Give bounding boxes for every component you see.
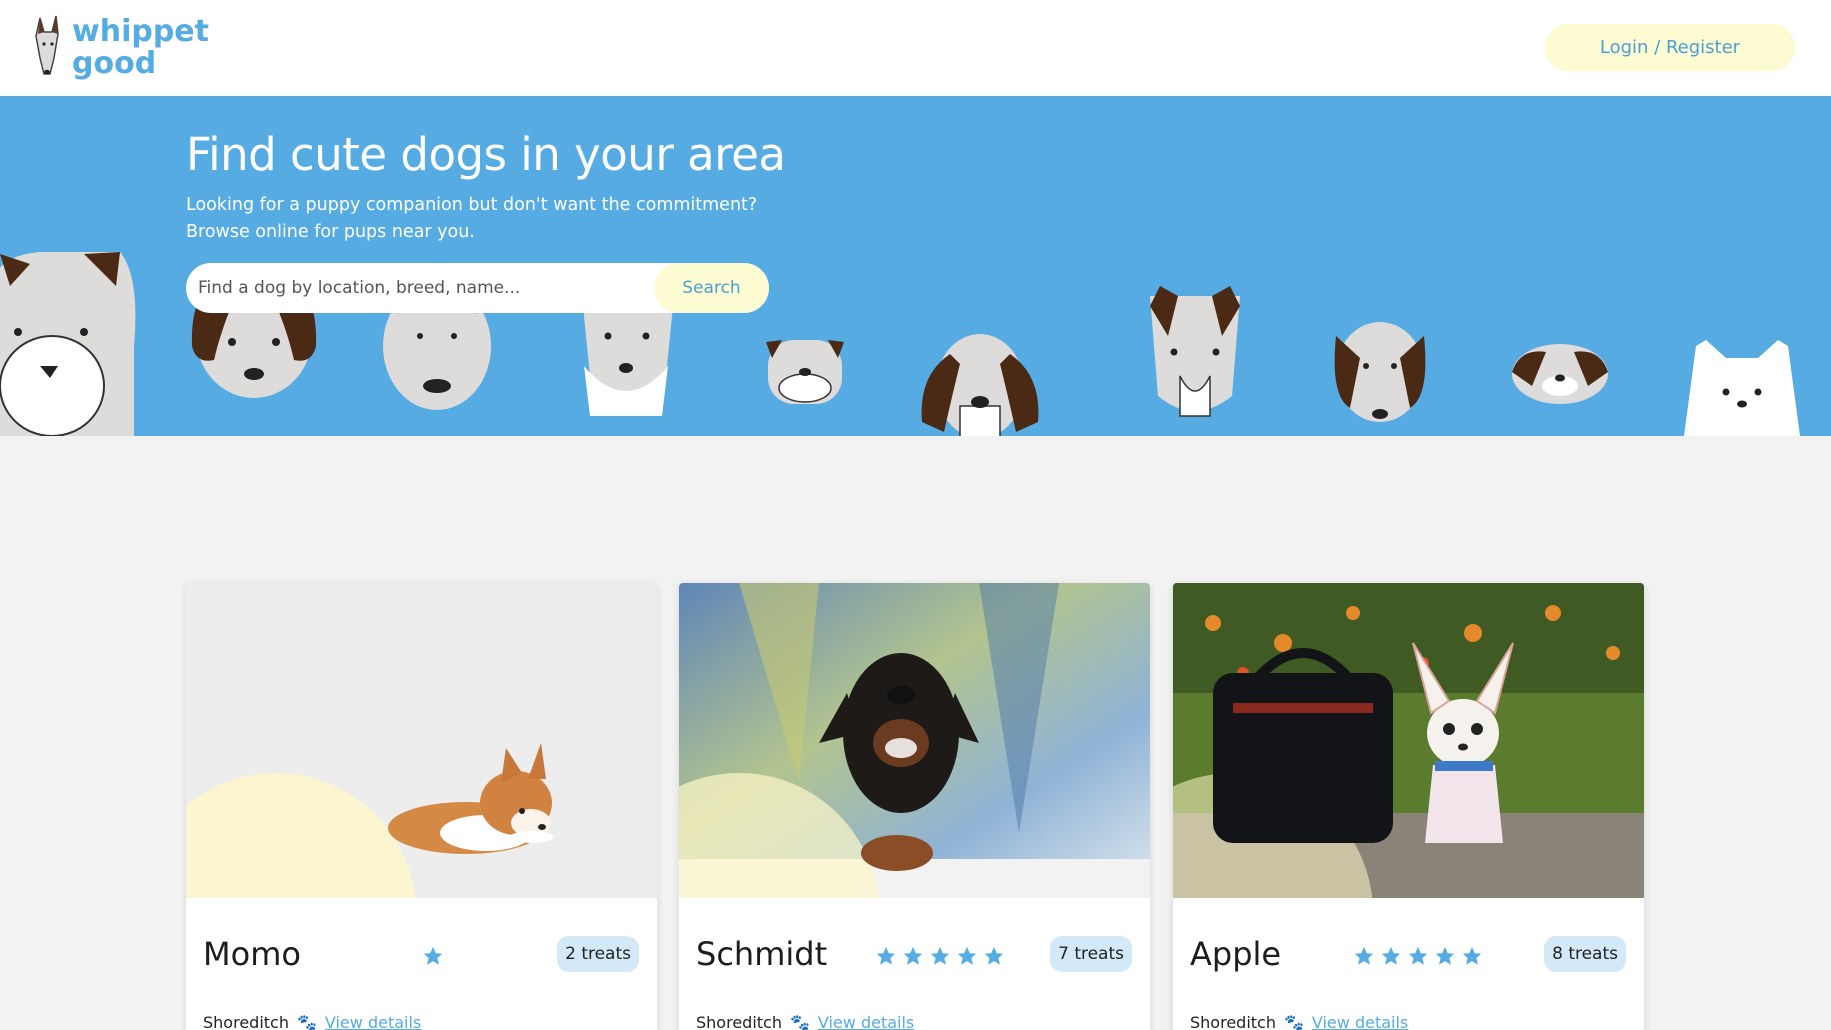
star-icon xyxy=(957,946,977,965)
star-icon xyxy=(984,946,1004,965)
dog-location: Shoreditch 🐾 View details xyxy=(696,1013,914,1030)
search-button[interactable]: Search xyxy=(654,263,769,313)
dog-name: Momo xyxy=(203,935,301,973)
dog-card[interactable]: Apple 8 treats Shoreditch 🐾 View details xyxy=(1173,583,1644,1030)
star-icon xyxy=(876,946,896,965)
login-register-button[interactable]: Login / Register xyxy=(1545,24,1795,71)
dog-card[interactable]: Momo 2 treats Shoreditch 🐾 View details xyxy=(186,583,657,1030)
dog-location: Shoreditch 🐾 View details xyxy=(1190,1013,1408,1030)
dog-photo xyxy=(1173,583,1644,898)
rating-stars xyxy=(875,945,1005,967)
treats-badge: 2 treats xyxy=(557,936,639,972)
view-details-link[interactable]: View details xyxy=(325,1013,421,1030)
star-icon xyxy=(903,946,923,965)
top-navigation-bar: whippet good Login / Register xyxy=(0,0,1831,96)
star-icon xyxy=(1408,946,1428,965)
treats-badge: 8 treats xyxy=(1544,936,1626,972)
star-icon xyxy=(930,946,950,965)
star-icon xyxy=(1354,946,1374,965)
paw-icon: 🐾 xyxy=(296,1013,317,1030)
rating-stars xyxy=(422,945,444,967)
star-icon xyxy=(423,946,443,965)
whippet-head-icon xyxy=(32,14,62,82)
treats-badge: 7 treats xyxy=(1050,936,1132,972)
view-details-link[interactable]: View details xyxy=(1312,1013,1408,1030)
brand-wordmark: whippet good xyxy=(72,16,209,80)
brand-logo[interactable]: whippet good xyxy=(32,14,209,82)
brand-line-2: good xyxy=(72,46,157,81)
dog-name: Apple xyxy=(1190,935,1282,973)
location-label: Shoreditch xyxy=(203,1013,289,1030)
view-details-link[interactable]: View details xyxy=(818,1013,914,1030)
star-icon xyxy=(1435,946,1455,965)
brand-line-1: whippet xyxy=(72,14,209,49)
location-label: Shoreditch xyxy=(1190,1013,1276,1030)
dog-name: Schmidt xyxy=(696,935,828,973)
rating-stars xyxy=(1353,945,1483,967)
search-input[interactable] xyxy=(186,263,654,313)
pug-illustration xyxy=(0,252,136,436)
location-label: Shoreditch xyxy=(696,1013,782,1030)
dog-photo xyxy=(679,583,1150,898)
dog-location: Shoreditch 🐾 View details xyxy=(203,1013,421,1030)
star-icon xyxy=(1462,946,1482,965)
hero-banner: Find cute dogs in your area Looking for … xyxy=(0,96,1831,436)
paw-icon: 🐾 xyxy=(789,1013,810,1030)
dog-photo xyxy=(186,583,657,898)
dog-card[interactable]: Schmidt 7 treats Shoreditch 🐾 View detai… xyxy=(679,583,1150,1030)
star-icon xyxy=(1381,946,1401,965)
search-bar: Search xyxy=(186,263,769,313)
paw-icon: 🐾 xyxy=(1283,1013,1304,1030)
